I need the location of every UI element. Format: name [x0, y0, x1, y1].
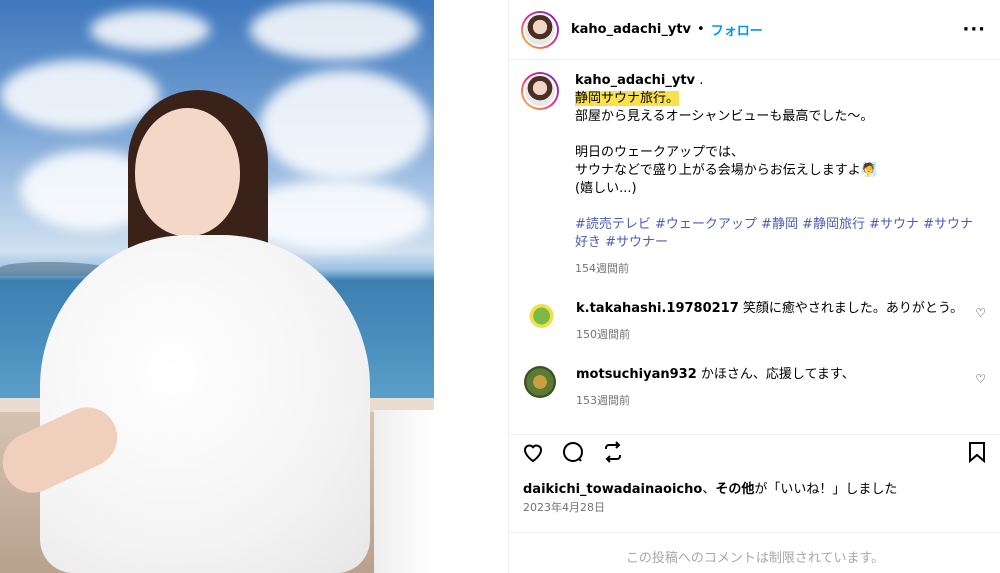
- heart-icon[interactable]: [521, 440, 545, 470]
- comment-icon[interactable]: [561, 440, 585, 470]
- post-date[interactable]: 2023年4月28日: [523, 499, 605, 515]
- separator-dot: •: [697, 22, 705, 37]
- likes-summary: daikichi_towadainaoicho、その他が「いいね！」しました: [523, 478, 897, 497]
- curtain: [374, 410, 434, 573]
- post-header: kaho_adachi_ytv • フォロー ···: [509, 0, 1000, 60]
- likes-separator: 、: [702, 482, 716, 497]
- cloud: [240, 180, 430, 250]
- post-photo[interactable]: [0, 0, 434, 573]
- caption-line: 部屋から見えるオーシャンビューも最高でした〜。: [575, 109, 874, 124]
- comment-time[interactable]: 150週間前: [576, 326, 967, 344]
- caption-highlight: 静岡サウナ旅行。: [575, 91, 680, 106]
- face: [135, 108, 240, 236]
- cloud: [0, 60, 160, 130]
- more-options-icon[interactable]: ···: [962, 19, 986, 40]
- likes-text: が「いいね！」しました: [754, 482, 898, 497]
- cloud: [250, 0, 420, 60]
- commenter-avatar[interactable]: [524, 300, 556, 332]
- commenter-username[interactable]: motsuchiyan932: [576, 367, 697, 382]
- commenter-username[interactable]: k.takahashi.19780217: [576, 301, 739, 316]
- follow-button[interactable]: フォロー: [711, 20, 763, 39]
- caption-hashtags[interactable]: #読売テレビ #ウェークアップ #静岡 #静岡旅行 #サウナ #サウナ好き #サ…: [575, 216, 986, 252]
- caption-suffix: .: [699, 73, 704, 88]
- caption-line: (嬉しい...): [575, 181, 637, 196]
- comment-text: 笑顔に癒やされました。ありがとう。: [742, 301, 964, 316]
- comment-like-heart-icon[interactable]: ♡: [975, 372, 986, 386]
- comment-time[interactable]: 153週間前: [576, 392, 967, 410]
- caption-line: 明日のウェークアップでは、: [575, 145, 745, 160]
- comments-area[interactable]: kaho_adachi_ytv . 静岡サウナ旅行。 部屋から見えるオーシャンビ…: [509, 60, 1000, 420]
- caption-line: サウナなどで盛り上がる会場からお伝えしますよ🧖: [575, 163, 877, 178]
- action-bar: [509, 434, 1000, 470]
- caption-time[interactable]: 154週間前: [575, 260, 986, 278]
- caption: kaho_adachi_ytv . 静岡サウナ旅行。 部屋から見えるオーシャンビ…: [521, 72, 986, 278]
- caption-avatar[interactable]: [521, 72, 559, 110]
- repost-icon[interactable]: [601, 440, 625, 470]
- post-side-panel: kaho_adachi_ytv • フォロー ··· kaho_adachi_y…: [508, 0, 1000, 573]
- likes-others-link[interactable]: その他: [715, 482, 754, 497]
- comment-like-heart-icon[interactable]: ♡: [975, 306, 986, 320]
- bookmark-icon[interactable]: [965, 440, 989, 470]
- caption-username[interactable]: kaho_adachi_ytv: [575, 73, 695, 88]
- cloud: [90, 10, 210, 50]
- author-avatar[interactable]: [521, 10, 559, 49]
- comment-item: motsuchiyan932 かほさん、応援してます、 153週間前 ♡: [521, 366, 986, 410]
- comment-text: かほさん、応援してます、: [700, 367, 855, 382]
- liker-username[interactable]: daikichi_towadainaoicho: [523, 482, 702, 497]
- author-username[interactable]: kaho_adachi_ytv: [571, 22, 691, 37]
- commenter-avatar[interactable]: [524, 366, 556, 398]
- comments-restricted-notice: この投稿へのコメントは制限されています。: [509, 532, 1000, 573]
- comment-item: k.takahashi.19780217 笑顔に癒やされました。ありがとう。 1…: [521, 300, 986, 344]
- cloud: [260, 70, 430, 180]
- white-dress: [40, 235, 370, 573]
